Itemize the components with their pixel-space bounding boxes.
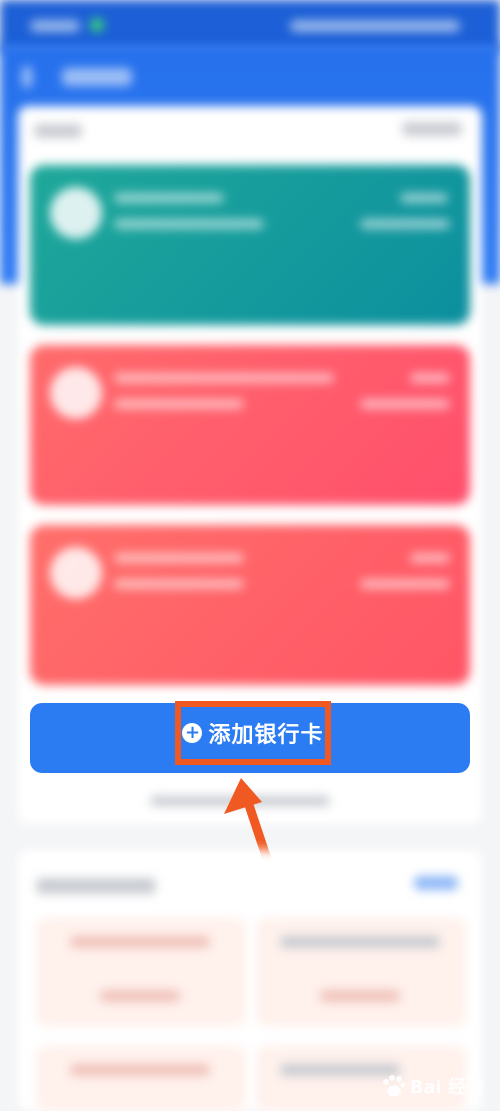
bank-logo-icon: [50, 187, 102, 239]
bank-card[interactable]: [30, 345, 470, 505]
add-bank-card-label: 添加银行卡: [208, 723, 324, 748]
plus-circle-icon: +: [182, 723, 203, 743]
watermark-text: Bai 经验: [409, 1077, 484, 1098]
promo-tile[interactable]: [256, 918, 466, 1026]
add-bank-card-highlight[interactable]: + 添加银行卡: [175, 701, 331, 765]
watermark: Bai 经验: [380, 1073, 484, 1099]
back-icon[interactable]: [22, 66, 32, 88]
page-title: [62, 68, 132, 86]
paw-logo-icon: [382, 1075, 406, 1097]
section-more-link[interactable]: [414, 876, 458, 890]
bank-card[interactable]: [30, 525, 470, 685]
promo-tile[interactable]: [36, 1046, 246, 1111]
promo-tile[interactable]: [36, 918, 246, 1026]
bank-logo-icon: [50, 367, 102, 419]
bank-logo-icon: [50, 547, 102, 599]
section-title: [36, 878, 156, 894]
bank-card[interactable]: [30, 165, 470, 325]
